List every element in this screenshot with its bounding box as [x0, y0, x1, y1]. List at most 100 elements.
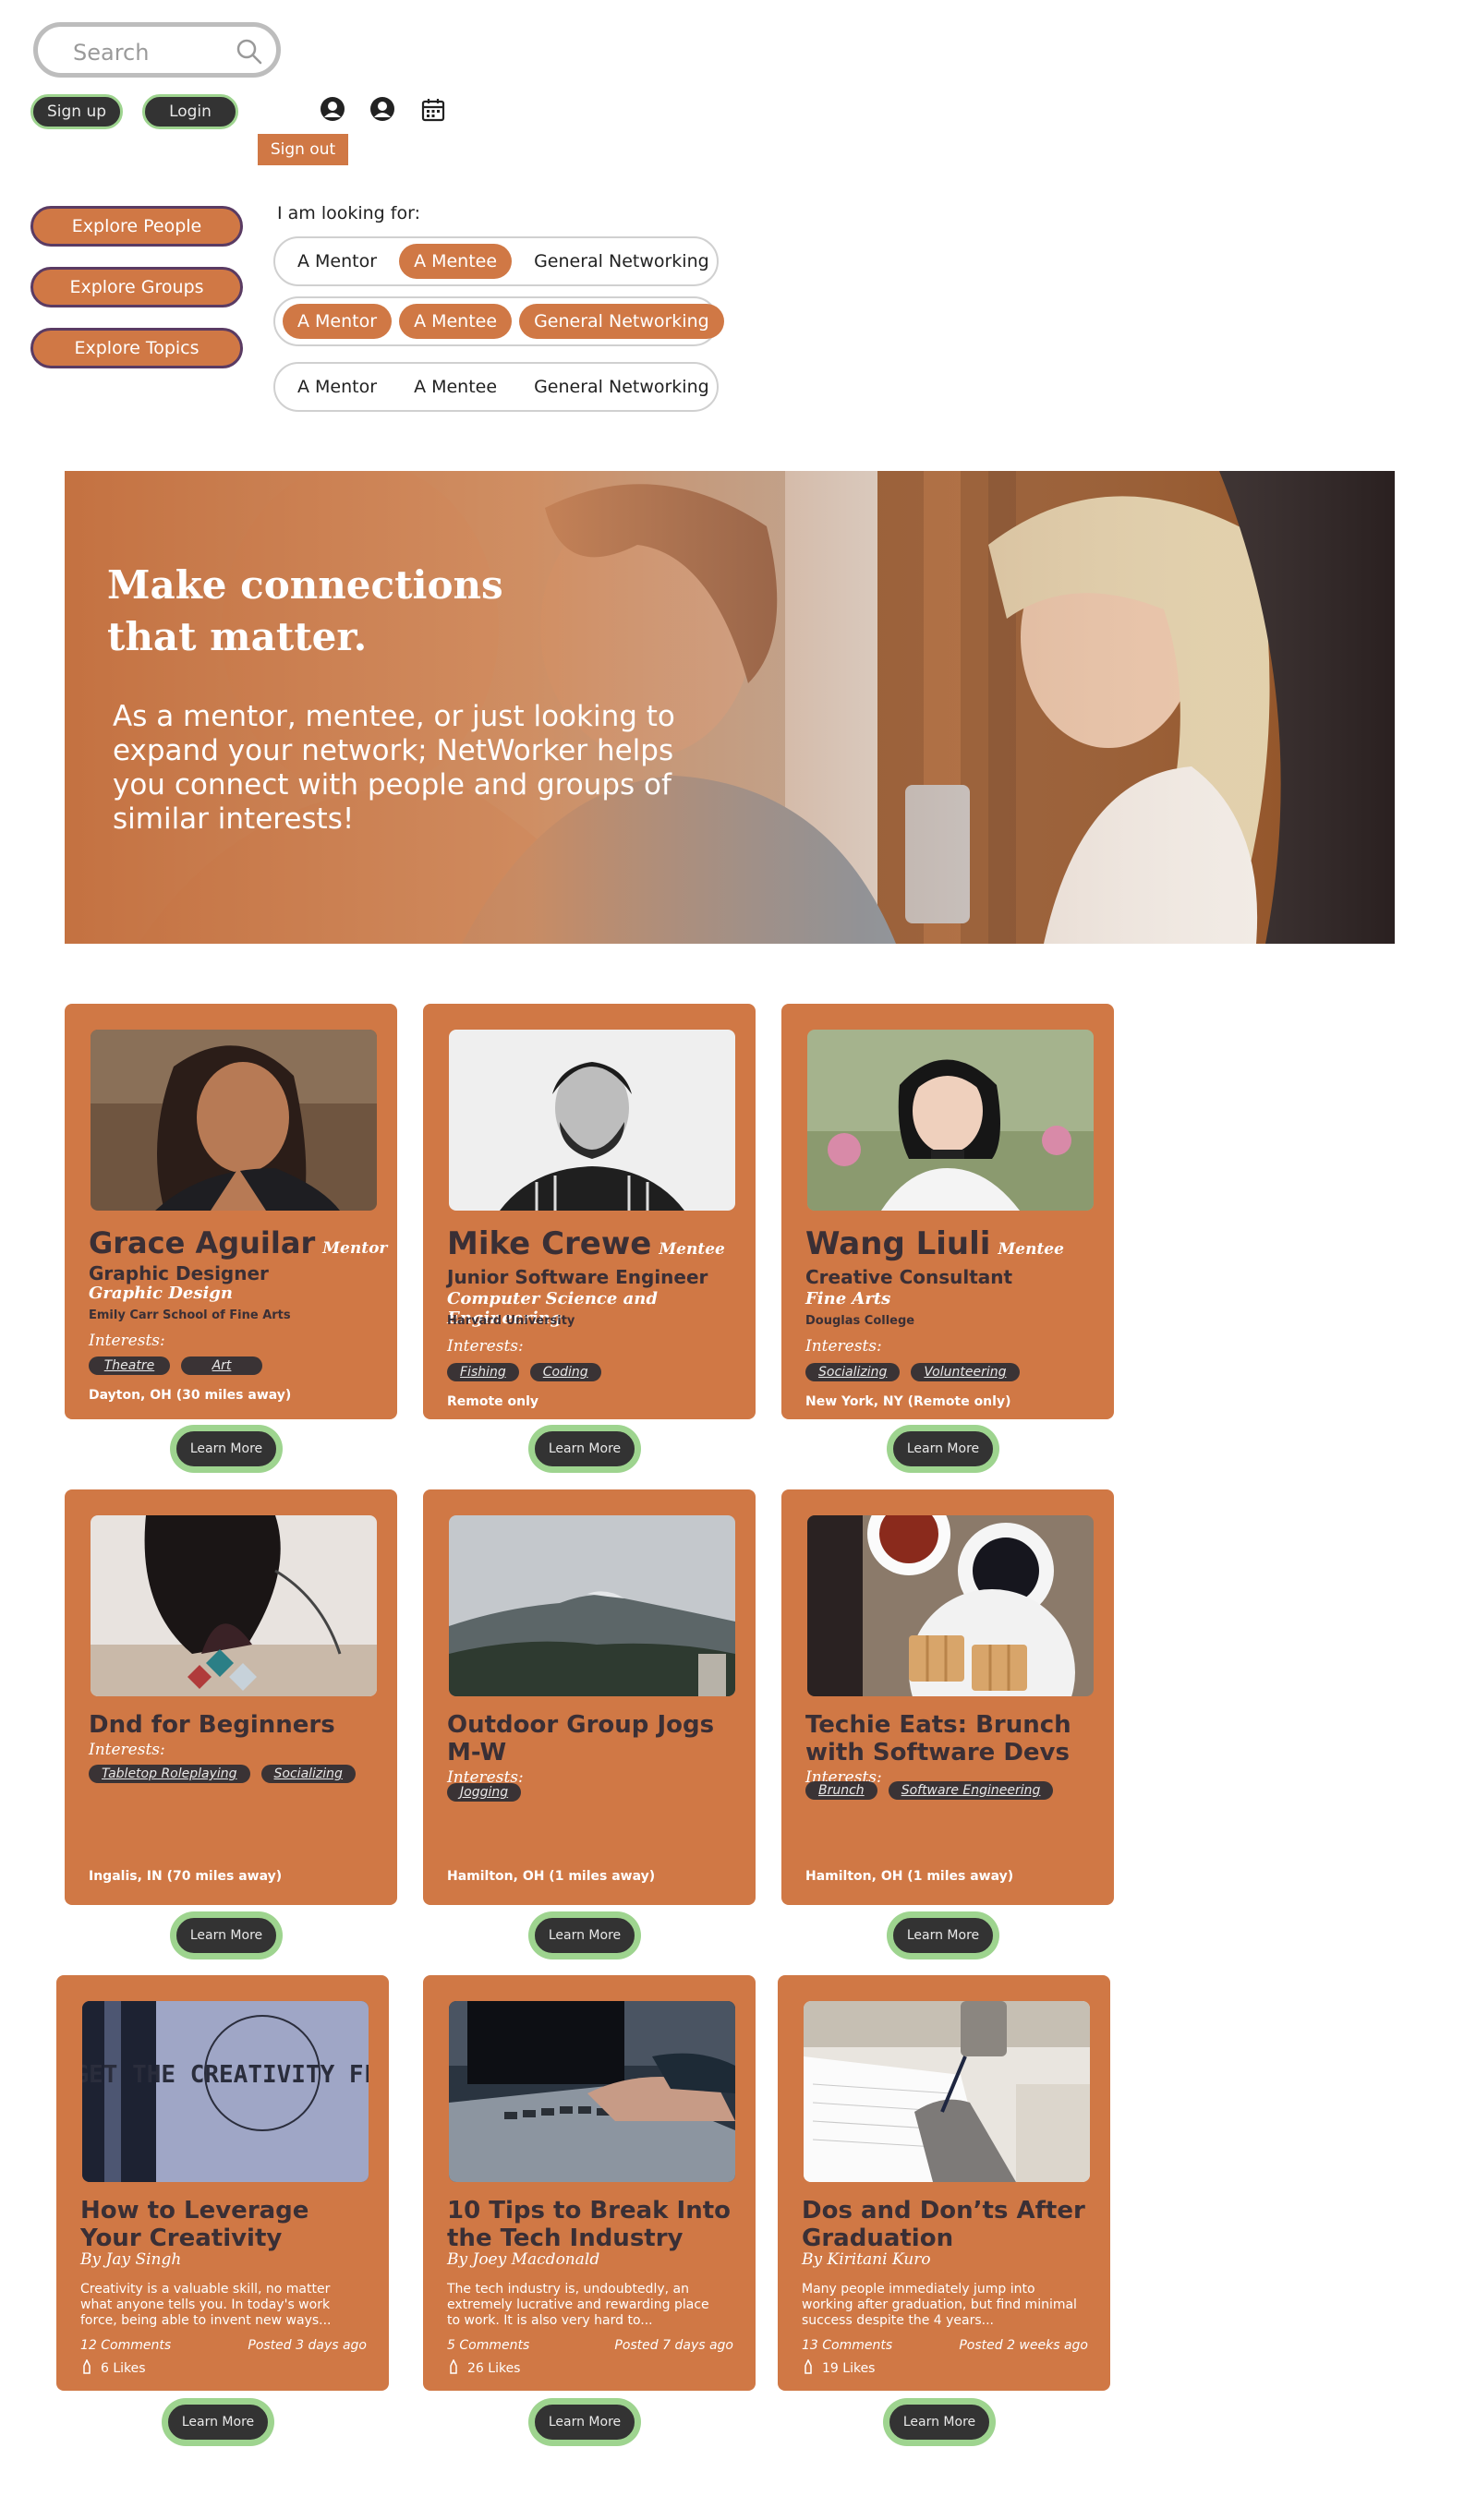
login-button[interactable]: Login	[142, 94, 238, 129]
person-field: Fine Arts	[805, 1289, 891, 1308]
person-field: Graphic Design	[89, 1284, 233, 1303]
interests-label: Interests:	[805, 1337, 882, 1356]
option-mentee[interactable]: A Mentee	[399, 304, 513, 339]
interest-tag[interactable]: Socializing	[805, 1363, 901, 1381]
person-name: Wang Liuli Mentee	[805, 1225, 1064, 1262]
person-school: Douglas College	[805, 1314, 915, 1328]
interest-tags: Jogging	[447, 1783, 522, 1802]
interest-tag[interactable]: Theatre	[89, 1356, 170, 1375]
person-school: Emily Carr School of Fine Arts	[89, 1308, 291, 1322]
signup-button[interactable]: Sign up	[30, 94, 123, 129]
interest-tag[interactable]: Coding	[529, 1363, 601, 1381]
interest-tag[interactable]: Jogging	[447, 1783, 522, 1802]
interest-tags: Brunch Software Engineering	[805, 1781, 1054, 1800]
person-name: Grace Aguilar Mentor	[89, 1225, 388, 1260]
interest-tag[interactable]: Volunteering	[911, 1363, 1020, 1381]
learn-more-button[interactable]: Learn More	[890, 1915, 996, 1956]
group-card: Dnd for Beginners Interests: Tabletop Ro…	[65, 1489, 397, 1905]
topic-photo-lettering: GET THE CREATIVITY FLOWING	[82, 2061, 369, 2089]
interest-tags: Tabletop Roleplaying Socializing	[89, 1765, 356, 1783]
group-location: Hamilton, OH (1 miles away)	[805, 1869, 1014, 1884]
thumbs-up-icon[interactable]	[447, 2358, 460, 2378]
option-general-networking[interactable]: General Networking	[519, 369, 724, 404]
topic-photo: GET THE CREATIVITY FLOWING	[82, 2001, 369, 2182]
learn-more-button[interactable]: Learn More	[174, 1429, 279, 1469]
learn-more-button[interactable]: Learn More	[532, 1915, 637, 1956]
interest-tags: Fishing Coding	[447, 1363, 601, 1381]
interest-tag[interactable]: Fishing	[447, 1363, 519, 1381]
thumbs-up-icon[interactable]	[802, 2358, 815, 2378]
thumbs-up-icon[interactable]	[80, 2358, 93, 2378]
option-mentor[interactable]: A Mentor	[283, 244, 392, 279]
topic-meta: 5 Comments Posted 7 days ago	[447, 2338, 733, 2353]
topic-card: GET THE CREATIVITY FLOWING How to Levera…	[56, 1975, 389, 2391]
interest-tag[interactable]: Tabletop Roleplaying	[89, 1765, 250, 1783]
comment-count[interactable]: 5 Comments	[447, 2338, 529, 2353]
topic-author: By Kiritani Kuro	[802, 2250, 931, 2269]
topic-photo	[449, 2001, 735, 2182]
learn-more-button[interactable]: Learn More	[532, 1429, 637, 1469]
topic-author: By Joey Macdonald	[447, 2250, 600, 2269]
person-location: Remote only	[447, 1394, 539, 1409]
topic-title: How to Leverage Your Creativity	[80, 2197, 309, 2252]
posted-time: Posted 7 days ago	[614, 2338, 733, 2353]
hero-banner: Make connections that matter. As a mento…	[65, 471, 1395, 944]
interests-label: Interests:	[89, 1332, 165, 1350]
person-photo	[807, 1030, 1094, 1211]
interest-tag[interactable]: Socializing	[260, 1765, 356, 1783]
signout-button[interactable]: Sign out	[258, 134, 348, 165]
learn-more-button[interactable]: Learn More	[174, 1915, 279, 1956]
looking-for-toggle-3: A Mentor A Mentee General Networking	[273, 362, 719, 412]
posted-time: Posted 2 weeks ago	[959, 2338, 1088, 2353]
person-name: Mike Crewe Mentee	[447, 1225, 725, 1262]
calendar-icon[interactable]	[421, 98, 445, 126]
like-count: 6 Likes	[101, 2361, 146, 2376]
topic-title: Dos and Don’ts After Graduation	[802, 2197, 1085, 2252]
interests-label: Interests:	[447, 1337, 524, 1356]
topic-author: By Jay Singh	[80, 2250, 182, 2269]
comment-count[interactable]: 13 Comments	[802, 2338, 892, 2353]
topic-excerpt: Creativity is a valuable skill, no matte…	[80, 2282, 332, 2328]
group-location: Hamilton, OH (1 miles away)	[447, 1869, 656, 1884]
interest-tag[interactable]: Software Engineering	[888, 1781, 1054, 1800]
learn-more-button[interactable]: Learn More	[532, 2402, 637, 2442]
person-location: Dayton, OH (30 miles away)	[89, 1388, 292, 1403]
topic-meta: 13 Comments Posted 2 weeks ago	[802, 2338, 1088, 2353]
explore-people-button[interactable]: Explore People	[30, 206, 243, 247]
option-general-networking[interactable]: General Networking	[519, 304, 724, 339]
user-circle-icon[interactable]	[320, 96, 345, 126]
option-general-networking[interactable]: General Networking	[519, 244, 724, 279]
group-location: Ingalis, IN (70 miles away)	[89, 1869, 283, 1884]
like-count: 19 Likes	[822, 2361, 876, 2376]
explore-topics-button[interactable]: Explore Topics	[30, 328, 243, 368]
topic-excerpt: Many people immediately jump into workin…	[802, 2282, 1077, 2328]
user-circle-icon[interactable]	[369, 96, 395, 126]
comment-count[interactable]: 12 Comments	[80, 2338, 171, 2353]
search-icon[interactable]	[236, 38, 263, 69]
search-box[interactable]	[33, 22, 281, 78]
topic-title: 10 Tips to Break Into the Tech Industry	[447, 2197, 731, 2252]
explore-groups-button[interactable]: Explore Groups	[30, 267, 243, 307]
learn-more-button[interactable]: Learn More	[890, 1429, 996, 1469]
search-input[interactable]	[71, 38, 232, 67]
person-role: Mentee	[659, 1240, 725, 1259]
person-card: Mike Crewe Mentee Junior Software Enginee…	[423, 1004, 756, 1419]
option-mentor[interactable]: A Mentor	[283, 369, 392, 404]
like-count: 26 Likes	[467, 2361, 521, 2376]
topic-card: Dos and Don’ts After Graduation By Kirit…	[778, 1975, 1110, 2391]
option-mentee[interactable]: A Mentee	[399, 369, 512, 404]
option-mentee[interactable]: A Mentee	[399, 244, 513, 279]
topic-photo	[804, 2001, 1090, 2182]
group-title: Techie Eats: Brunch with Software Devs	[805, 1711, 1071, 1766]
looking-for-toggle-2: A Mentor A Mentee General Networking	[273, 296, 724, 346]
option-mentor[interactable]: A Mentor	[283, 304, 393, 339]
group-photo	[807, 1515, 1094, 1696]
person-photo	[449, 1030, 735, 1211]
person-card: Grace Aguilar Mentor Graphic Designer Gra…	[65, 1004, 397, 1419]
person-role: Mentee	[998, 1240, 1064, 1259]
person-title: Creative Consultant	[805, 1266, 1013, 1288]
learn-more-button[interactable]: Learn More	[887, 2402, 992, 2442]
interest-tag[interactable]: Art	[181, 1356, 262, 1375]
learn-more-button[interactable]: Learn More	[165, 2402, 271, 2442]
interest-tag[interactable]: Brunch	[805, 1781, 877, 1800]
